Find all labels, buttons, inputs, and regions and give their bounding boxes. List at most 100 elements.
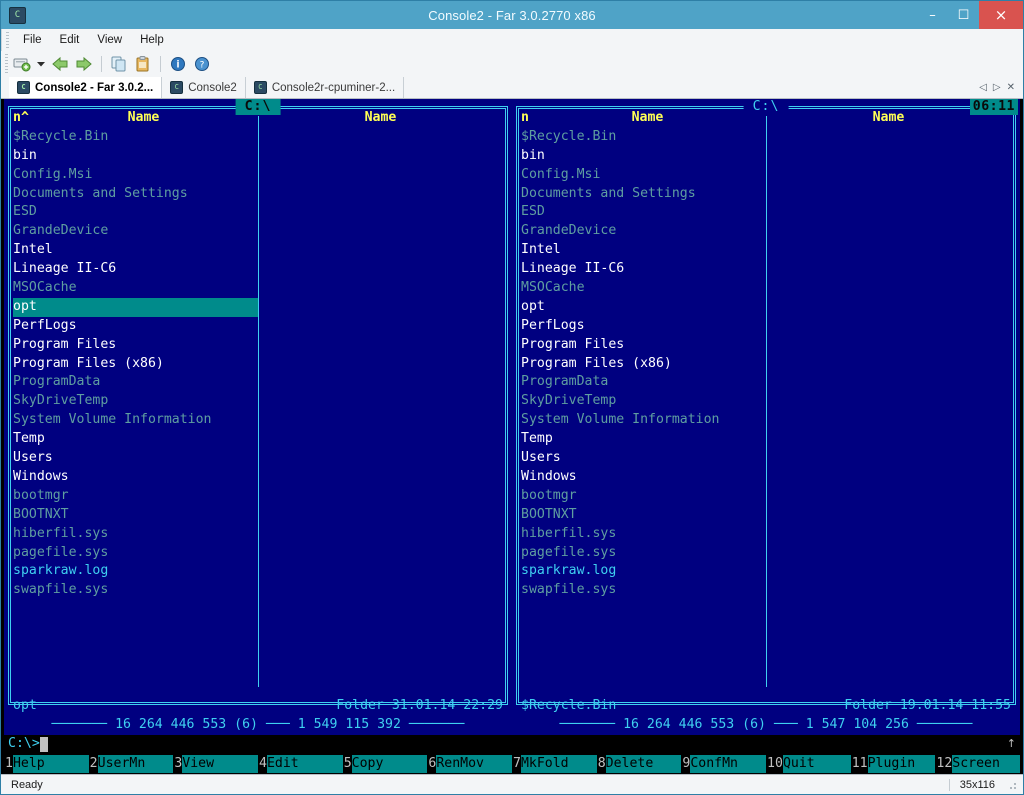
left-file-list[interactable]: $Recycle.Bin bin Config.Msi Documents and S… (13, 128, 503, 697)
file-row[interactable]: Windows (521, 468, 1011, 487)
file-row[interactable]: System Volume Information (521, 411, 1011, 430)
file-row[interactable]: Config.Msi (521, 166, 1011, 185)
minimize-button[interactable]: – (917, 1, 948, 29)
file-row[interactable]: MSOCache (521, 279, 1011, 298)
file-row[interactable]: bin (13, 147, 503, 166)
right-totals-rule-left: ─────── (559, 717, 624, 733)
paste-icon[interactable] (132, 54, 154, 74)
file-row[interactable]: bootmgr (521, 487, 1011, 506)
info-icon[interactable] (167, 54, 189, 74)
file-row[interactable]: Program Files (x86) (521, 355, 1011, 374)
file-row[interactable]: SkyDriveTemp (521, 392, 1011, 411)
function-key-f8[interactable]: 8 Delete (596, 754, 682, 774)
file-row[interactable]: swapfile.sys (13, 581, 503, 600)
file-row[interactable]: sparkraw.log (521, 562, 1011, 581)
right-panel[interactable]: C:\ 06:11 n Name Name $Recycle.Bin bin Con… (512, 99, 1020, 735)
file-row[interactable]: ESD (13, 203, 503, 222)
file-row[interactable]: Config.Msi (13, 166, 503, 185)
function-key-f11[interactable]: 11 Plugin (850, 754, 936, 774)
function-key-f9[interactable]: 9 ConfMn (681, 754, 767, 774)
file-row[interactable]: Intel (521, 241, 1011, 260)
function-key-f2[interactable]: 2 UserMn (88, 754, 174, 774)
file-row[interactable]: pagefile.sys (521, 544, 1011, 563)
menu-item-help[interactable]: Help (131, 32, 173, 48)
file-row[interactable]: Program Files (521, 336, 1011, 355)
file-row[interactable]: opt (521, 298, 1011, 317)
file-row[interactable]: Documents and Settings (13, 185, 503, 204)
close-button[interactable]: × (979, 1, 1023, 29)
help-icon[interactable]: ? (191, 54, 213, 74)
file-row[interactable]: Windows (13, 468, 503, 487)
file-row[interactable]: $Recycle.Bin (13, 128, 503, 147)
file-row[interactable]: hiberfil.sys (521, 525, 1011, 544)
file-row[interactable]: Users (521, 449, 1011, 468)
file-row[interactable]: Lineage II-C6 (13, 260, 503, 279)
function-key-f5[interactable]: 5 Copy (342, 754, 428, 774)
file-row[interactable]: $Recycle.Bin (521, 128, 1011, 147)
tab-next-icon[interactable]: ▷ (993, 82, 1001, 93)
file-row[interactable]: Temp (521, 430, 1011, 449)
right-file-list[interactable]: $Recycle.Bin bin Config.Msi Documents and S… (521, 128, 1011, 697)
file-row[interactable]: swapfile.sys (521, 581, 1011, 600)
right-column-header-name-1[interactable]: Name (529, 109, 766, 128)
file-row[interactable]: ProgramData (521, 373, 1011, 392)
title-bar: C Console2 - Far 3.0.2770 x86 – ☐ × (1, 1, 1023, 29)
file-row[interactable]: Program Files (13, 336, 503, 355)
file-row[interactable]: BOOTNXT (521, 506, 1011, 525)
function-key-f12[interactable]: 12 Screen (935, 754, 1021, 774)
file-row[interactable]: System Volume Information (13, 411, 503, 430)
file-name: sparkraw.log (521, 563, 617, 579)
file-row[interactable]: SkyDriveTemp (13, 392, 503, 411)
tab-console2-far[interactable]: C Console2 - Far 3.0.2... (9, 77, 163, 98)
file-name: bootmgr (521, 487, 577, 503)
function-key-f7[interactable]: 7 MkFold (512, 754, 597, 774)
file-row[interactable]: Intel (13, 241, 503, 260)
left-column-header-name-1[interactable]: Name (29, 109, 258, 128)
function-key-f10[interactable]: 10 Quit (766, 754, 851, 774)
file-row[interactable]: Program Files (x86) (13, 355, 503, 374)
file-row[interactable]: Users (13, 449, 503, 468)
right-sort-indicator[interactable]: n (521, 109, 529, 128)
file-row[interactable]: PerfLogs (521, 317, 1011, 336)
file-row[interactable]: GrandeDevice (521, 222, 1011, 241)
back-icon[interactable] (49, 54, 71, 74)
file-row[interactable]: Documents and Settings (521, 185, 1011, 204)
tab-close-icon[interactable]: ✕ (1007, 82, 1015, 93)
file-row[interactable]: Lineage II-C6 (521, 260, 1011, 279)
maximize-button[interactable]: ☐ (948, 1, 979, 29)
file-row[interactable]: hiberfil.sys (13, 525, 503, 544)
resize-grip[interactable] (1005, 778, 1019, 792)
function-key-f3[interactable]: 3 View (173, 754, 259, 774)
file-row[interactable]: MSOCache (13, 279, 503, 298)
left-column-header-name-2[interactable]: Name (365, 109, 397, 128)
file-row[interactable]: pagefile.sys (13, 544, 503, 563)
file-row[interactable]: Temp (13, 430, 503, 449)
function-key-f4[interactable]: 4 Edit (258, 754, 343, 774)
function-key-f1[interactable]: 1 Help (4, 754, 89, 774)
menu-item-view[interactable]: View (88, 32, 131, 48)
left-panel[interactable]: C:\ n^ Name Name $Recycle.Bin bin Config.M… (4, 99, 512, 735)
file-row[interactable]: ESD (521, 203, 1011, 222)
file-row[interactable]: BOOTNXT (13, 506, 503, 525)
menu-item-file[interactable]: File (14, 32, 51, 48)
command-scroll-up-icon[interactable]: ↑ (1007, 735, 1016, 754)
file-row[interactable]: sparkraw.log (13, 562, 503, 581)
file-row[interactable]: PerfLogs (13, 317, 503, 336)
file-row[interactable]: opt (13, 297, 258, 317)
file-row[interactable]: GrandeDevice (13, 222, 503, 241)
tab-console2r-cpuminer[interactable]: C Console2r-cpuminer-2... (246, 77, 405, 98)
left-sort-indicator[interactable]: n^ (13, 109, 29, 128)
file-row[interactable]: bootmgr (13, 487, 503, 506)
tab-console2[interactable]: C Console2 (162, 77, 246, 98)
tab-prev-icon[interactable]: ◁ (979, 82, 987, 93)
command-line[interactable]: C:\> ↑ (4, 735, 1020, 754)
menu-item-edit[interactable]: Edit (51, 32, 89, 48)
file-row[interactable]: ProgramData (13, 373, 503, 392)
file-row[interactable]: bin (521, 147, 1011, 166)
function-key-f6[interactable]: 6 RenMov (427, 754, 513, 774)
copy-icon[interactable] (108, 54, 130, 74)
forward-icon[interactable] (73, 54, 95, 74)
new-tab-dropdown-icon[interactable] (35, 54, 47, 74)
new-tab-icon[interactable] (11, 54, 33, 74)
right-column-header-name-2[interactable]: Name (873, 109, 905, 128)
